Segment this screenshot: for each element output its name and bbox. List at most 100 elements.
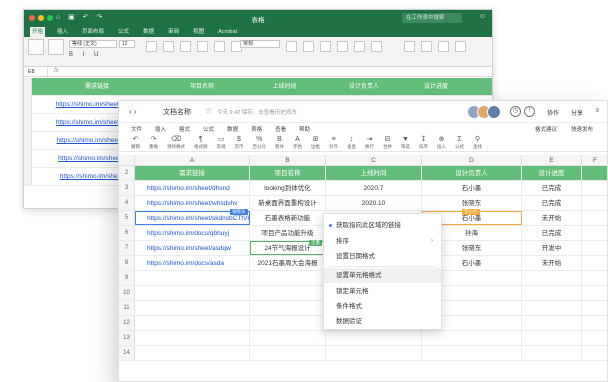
table-cell[interactable]: 已完成 — [522, 196, 582, 210]
align-right-icon[interactable] — [180, 41, 191, 52]
collaborate-button[interactable]: 协作 — [547, 108, 559, 117]
table-cell[interactable]: 未开始 — [522, 211, 582, 225]
menu-item[interactable]: 数据 — [227, 125, 238, 133]
row-number[interactable]: 2 — [119, 166, 135, 180]
cell-style-icon[interactable] — [320, 41, 331, 52]
row-number[interactable]: 12 — [119, 316, 135, 330]
menu-item[interactable]: 公式 — [203, 125, 214, 133]
menu-item[interactable]: 帮助 — [299, 125, 310, 133]
share-button[interactable]: 分享 — [571, 108, 583, 117]
doc-title[interactable]: 文档名称 — [163, 107, 191, 117]
align-center-icon[interactable] — [163, 41, 174, 52]
toolbar-button[interactable]: $ 货币 — [235, 136, 244, 150]
table-cell[interactable] — [582, 166, 607, 180]
toolbar-button[interactable]: ⊞ 边框 — [311, 136, 320, 150]
link-cell[interactable]: https://shimo.im/sheet/asdqw — [135, 241, 250, 255]
table-cell[interactable] — [522, 271, 582, 285]
table-cell[interactable] — [522, 346, 582, 360]
table-cell[interactable] — [582, 196, 607, 210]
table-cell[interactable] — [582, 331, 607, 345]
toolbar-button[interactable]: % 百分比 — [253, 136, 267, 150]
fx-icon[interactable]: fx — [54, 68, 59, 74]
table-cell[interactable]: 2020.10 — [326, 196, 422, 210]
ribbon-tab[interactable]: 开始 — [30, 27, 46, 37]
toolbar-button[interactable]: ⇥ 换行 — [365, 136, 374, 150]
delete-icon[interactable] — [354, 41, 365, 52]
ribbon-tab[interactable]: 数据 — [141, 27, 156, 37]
select-all-corner[interactable] — [119, 155, 135, 166]
avatar[interactable] — [487, 105, 501, 119]
link-cell[interactable]: https://shimo.im/sheet/whsdvhv — [135, 196, 250, 210]
table-cell[interactable] — [422, 346, 522, 360]
font-name-select[interactable]: 等线 (正文) — [69, 40, 117, 48]
row-number[interactable]: 9 — [119, 271, 135, 285]
quick-publish-button[interactable]: 快速发布 — [571, 125, 593, 133]
table-cell[interactable] — [422, 331, 522, 345]
table-cell[interactable]: looking到体优化 — [250, 181, 326, 195]
ribbon-tab[interactable]: 视图 — [191, 27, 206, 37]
column-header[interactable]: C — [326, 155, 422, 166]
toolbar-button[interactable]: B 粗体 — [275, 136, 284, 150]
autosum-icon[interactable] — [404, 41, 415, 52]
table-cell[interactable] — [250, 286, 326, 300]
menu-item[interactable]: 格式 — [179, 125, 190, 133]
header-cell[interactable]: 设计进度 — [522, 166, 582, 180]
toolbar-button[interactable]: ↶ 撤销 — [131, 136, 140, 150]
more-icon[interactable]: ≡ — [595, 108, 599, 114]
table-cell[interactable] — [582, 346, 607, 360]
header-cell[interactable]: 上线时间 — [326, 166, 422, 180]
font-size-select[interactable]: 12 — [119, 40, 135, 48]
table-cell[interactable] — [522, 331, 582, 345]
link-cell[interactable] — [135, 316, 250, 330]
table-cell[interactable] — [522, 316, 582, 330]
cut-icon[interactable] — [48, 39, 64, 55]
menu-item[interactable]: 插入 — [155, 125, 166, 133]
star-icon[interactable]: ☆ — [205, 106, 212, 115]
menu-item-lock-cell[interactable]: 锁定单元格 — [324, 284, 441, 299]
table-cell[interactable] — [582, 226, 607, 240]
menu-item-cell-format[interactable]: 设置单元格格式 — [324, 268, 441, 283]
save-status[interactable]: 今天 9:42 保存，去查看历史修改 — [217, 108, 297, 116]
table-cell[interactable] — [582, 256, 607, 270]
ribbon-tab[interactable]: 审阅 — [166, 27, 181, 37]
collaborator-avatars[interactable] — [467, 105, 501, 119]
toolbar-button[interactable]: ▼ 筛选 — [401, 136, 410, 150]
link-cell[interactable] — [135, 331, 250, 345]
table-cell[interactable]: 已完成 — [522, 226, 582, 240]
menu-item[interactable]: 文件 — [131, 125, 142, 133]
menu-item-conditional-format[interactable]: 条件格式 — [324, 299, 441, 314]
back-forward-nav[interactable]: ‹ › — [129, 107, 137, 116]
link-cell[interactable] — [135, 301, 250, 315]
column-header[interactable]: D — [422, 155, 522, 166]
format-suggest-button[interactable]: 格式建议 — [535, 125, 557, 133]
toolbar-button[interactable]: ▭ 常规 — [217, 136, 226, 150]
ribbon-tab[interactable]: Acrobat — [216, 27, 239, 37]
ideas-icon[interactable] — [455, 41, 466, 52]
history-icon[interactable]: ◷ — [510, 106, 521, 117]
link-cell[interactable] — [135, 346, 250, 360]
toolbar-button[interactable]: ↧ 排序 — [419, 136, 428, 150]
toolbar-button[interactable]: ↷ 重做 — [149, 136, 158, 150]
toolbar-button[interactable]: Σ 公式 — [455, 136, 464, 150]
excel-search-input[interactable]: 在工作表中搜索 — [402, 13, 462, 23]
toolbar-button[interactable]: ¶ 格式刷 — [194, 136, 208, 150]
table-cell[interactable] — [582, 286, 607, 300]
font-format-buttons[interactable]: B I U — [69, 52, 102, 58]
link-cell[interactable]: https://shimo.im/sheet/dhsnd — [135, 181, 250, 195]
number-format-select[interactable]: 常规 — [240, 40, 280, 48]
table-cell[interactable]: 项目产品功能升级 — [250, 226, 326, 240]
table-cell[interactable] — [250, 301, 326, 315]
table-cell[interactable] — [522, 301, 582, 315]
table-cell[interactable] — [522, 286, 582, 300]
row-number[interactable]: 8 — [119, 256, 135, 270]
row-number[interactable]: 6 — [119, 226, 135, 240]
sort-filter-icon[interactable] — [421, 41, 432, 52]
table-cell[interactable] — [250, 331, 326, 345]
row-number[interactable]: 14 — [119, 346, 135, 360]
column-header[interactable]: F — [582, 155, 607, 166]
table-cell[interactable]: 开发中 — [522, 241, 582, 255]
conditional-format-icon[interactable] — [286, 41, 297, 52]
header-cell[interactable]: 需求链接 — [135, 166, 250, 180]
table-cell[interactable] — [582, 211, 607, 225]
paste-icon[interactable] — [28, 39, 44, 55]
